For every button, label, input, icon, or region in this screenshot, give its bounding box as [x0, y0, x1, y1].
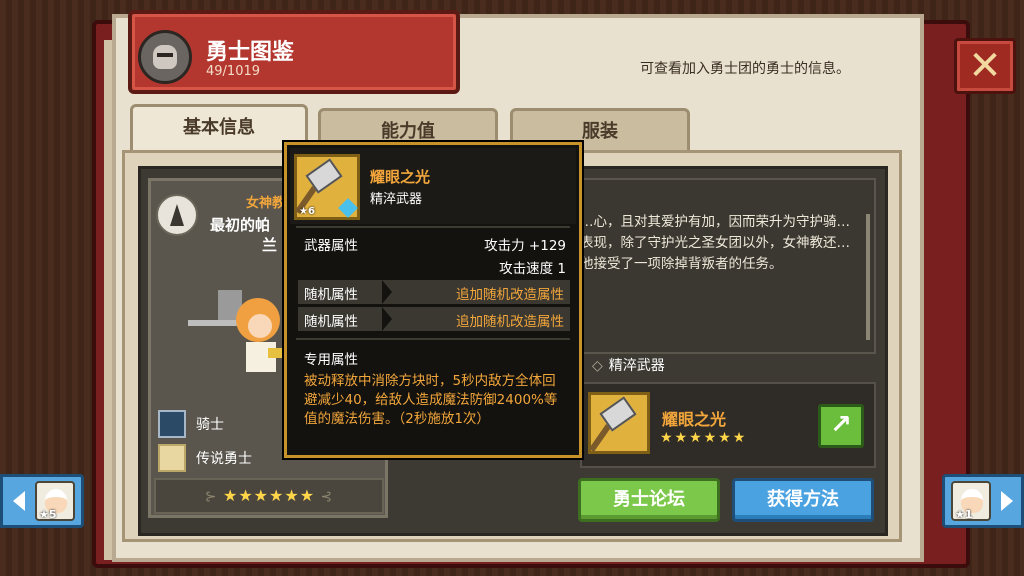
weapon-stars: ★★★★★★ [660, 430, 748, 446]
random-attr-value-1: 追加随机改造属性 [456, 287, 564, 303]
close-button[interactable]: ✕ [954, 38, 1016, 94]
prev-hero-button[interactable]: ★5 [0, 474, 84, 528]
story-text: …心，且对其爱护有加，因而荣升为守护骑…表现，除了守护光之圣女团以外，女神教还…… [580, 214, 850, 272]
hero-rank: 传说勇士 [196, 451, 252, 467]
exclusive-attr-label: 专用属性 [304, 352, 358, 368]
tooltip-divider-2 [296, 338, 570, 340]
obtain-method-button[interactable]: 获得方法 [732, 478, 874, 522]
arrow-left-icon [13, 491, 25, 511]
close-icon: ✕ [968, 43, 1002, 89]
random-attr-label-1: 随机属性 [304, 287, 358, 303]
next-hero-button[interactable]: ★1 [942, 474, 1024, 528]
exclusive-attr-text: 被动释放中消除方块时，5秒内敌方全体回避减少40，给敌人造成魔法防御2400%等… [304, 373, 558, 427]
collection-count: 49/1019 [206, 64, 261, 79]
page-title: 勇士图鉴 [206, 40, 295, 65]
prev-hero-star-badge: ★5 [39, 508, 57, 521]
hero-sprite [188, 290, 282, 372]
random-attr-value-2: 追加随机改造属性 [456, 314, 564, 330]
hero-affiliation: 女神教 [246, 196, 286, 211]
hero-name-line1: 最初的帕 [210, 216, 271, 234]
weapon-section-label-text: 精淬武器 [608, 358, 665, 374]
gem-icon [338, 198, 358, 218]
knight-class-icon [158, 410, 186, 438]
random-attr-row-1: 随机属性 追加随机改造属性 [298, 280, 570, 304]
next-hero-star-badge: ★1 [955, 508, 973, 521]
goddess-emblem-icon [156, 194, 198, 236]
ornament-right-icon: ⊰ [315, 489, 334, 505]
tooltip-weapon-type: 精淬武器 [370, 192, 423, 207]
page-description: 可查看加入勇士团的勇士的信息。 [640, 61, 850, 77]
tab-basic-info[interactable]: 基本信息 [130, 104, 308, 154]
hero-name-line2: 兰 [262, 236, 278, 254]
rank-scroll-icon [158, 444, 186, 472]
weapon-name: 耀眼之光 [662, 410, 727, 429]
next-hero-avatar: ★1 [951, 481, 991, 521]
hero-forum-button[interactable]: 勇士论坛 [578, 478, 720, 522]
weapon-go-button[interactable]: ↗ [818, 404, 864, 448]
random-attr-row-2: 随机属性 追加随机改造属性 [298, 307, 570, 331]
story-scrollbar[interactable] [866, 214, 870, 340]
skull-helmet-icon [138, 30, 192, 84]
weapon-attack-value: 攻击力 +129 [484, 238, 566, 254]
prev-hero-avatar: ★5 [35, 481, 75, 521]
weapon-section-label: ◇ 精淬武器 [592, 355, 665, 375]
arrow-right-icon [1001, 491, 1013, 511]
ornament-left-icon: ⊱ [204, 489, 223, 505]
hero-star-rating: ★★★★★★ [222, 486, 316, 505]
weapon-attr-label: 武器属性 [304, 238, 358, 254]
tooltip-weapon-level: ★6 [299, 206, 315, 217]
tooltip-divider [296, 226, 570, 228]
tooltip-weapon-name: 耀眼之光 [370, 168, 431, 186]
hero-class: 骑士 [196, 417, 224, 433]
random-attr-label-2: 随机属性 [304, 314, 358, 330]
weapon-speed-value: 攻击速度 1 [499, 261, 566, 277]
tooltip-hammer-icon: ★6 [294, 154, 360, 220]
hammer-weapon-icon[interactable] [588, 392, 650, 454]
hero-stars: ⊱ ★★★★★★ ⊰ [154, 478, 384, 514]
diamond-bullet-icon: ◇ [592, 358, 603, 374]
